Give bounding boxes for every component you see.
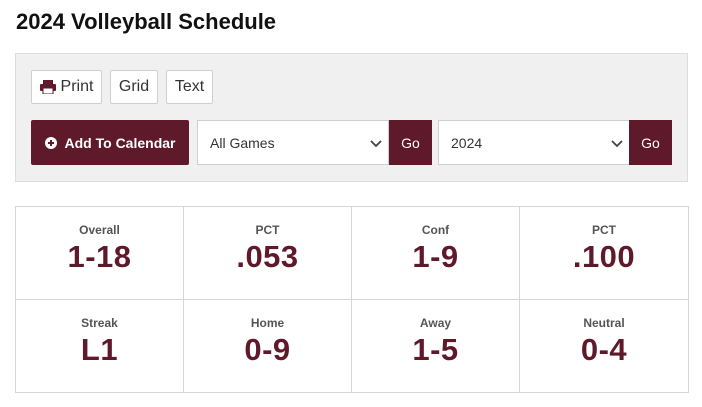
page-title: 2024 Volleyball Schedule <box>16 9 277 34</box>
stat-value: 0-9 <box>244 331 291 367</box>
stat-value: 1-5 <box>412 331 459 367</box>
year-filter-value: 2024 <box>451 134 483 151</box>
stat-label: PCT <box>592 223 616 237</box>
stat-value: 1-18 <box>67 239 132 274</box>
go-label: Go <box>641 134 660 151</box>
stat-value: .100 <box>572 239 636 274</box>
schedule-toolbar: Print Grid Text Add To Calendar All Game… <box>15 53 688 182</box>
chevron-down-icon <box>370 140 382 148</box>
stat-value: 1-9 <box>412 239 459 274</box>
text-view-button[interactable]: Text <box>166 70 213 104</box>
stat-value: 0-4 <box>580 331 628 367</box>
stat-overall-pct: PCT .053 <box>184 207 352 300</box>
stat-label: Home <box>250 315 285 330</box>
stat-label: Streak <box>81 315 118 330</box>
year-go-button[interactable]: Go <box>629 120 672 165</box>
stat-label: Overall <box>79 223 120 237</box>
stat-streak: Streak L1 <box>16 299 184 392</box>
stat-home: Home 0-9 <box>184 299 352 392</box>
stat-away: Away 1-5 <box>352 299 520 392</box>
stat-label: Conf <box>421 223 450 237</box>
stat-overall: Overall 1-18 <box>16 207 184 300</box>
year-filter-select[interactable]: 2024 <box>438 120 630 165</box>
print-label: Print <box>60 78 94 95</box>
games-filter-value: All Games <box>210 134 275 151</box>
stat-label: Neutral <box>583 315 625 330</box>
stat-label: PCT <box>255 223 280 237</box>
add-to-calendar-button[interactable]: Add To Calendar <box>31 120 189 165</box>
stat-label: Away <box>419 315 452 330</box>
stat-neutral: Neutral 0-4 <box>520 300 688 393</box>
go-label: Go <box>401 134 420 151</box>
games-filter-select[interactable]: All Games <box>197 120 389 165</box>
record-stats-grid: Overall 1-18 PCT .053 Conf 1-9 PCT .100 … <box>15 206 689 393</box>
printer-icon <box>39 80 56 94</box>
stat-value: .053 <box>236 239 299 274</box>
games-go-button[interactable]: Go <box>389 120 432 165</box>
stat-value: L1 <box>80 331 119 367</box>
add-to-calendar-label: Add To Calendar <box>64 134 176 151</box>
grid-view-button[interactable]: Grid <box>110 70 158 104</box>
grid-label: Grid <box>118 78 150 95</box>
text-label: Text <box>174 78 205 95</box>
stat-conf: Conf 1-9 <box>352 207 520 300</box>
chevron-down-icon <box>611 140 623 148</box>
plus-circle-icon <box>44 136 57 149</box>
stat-conf-pct: PCT .100 <box>520 207 688 300</box>
print-button[interactable]: Print <box>31 70 102 104</box>
